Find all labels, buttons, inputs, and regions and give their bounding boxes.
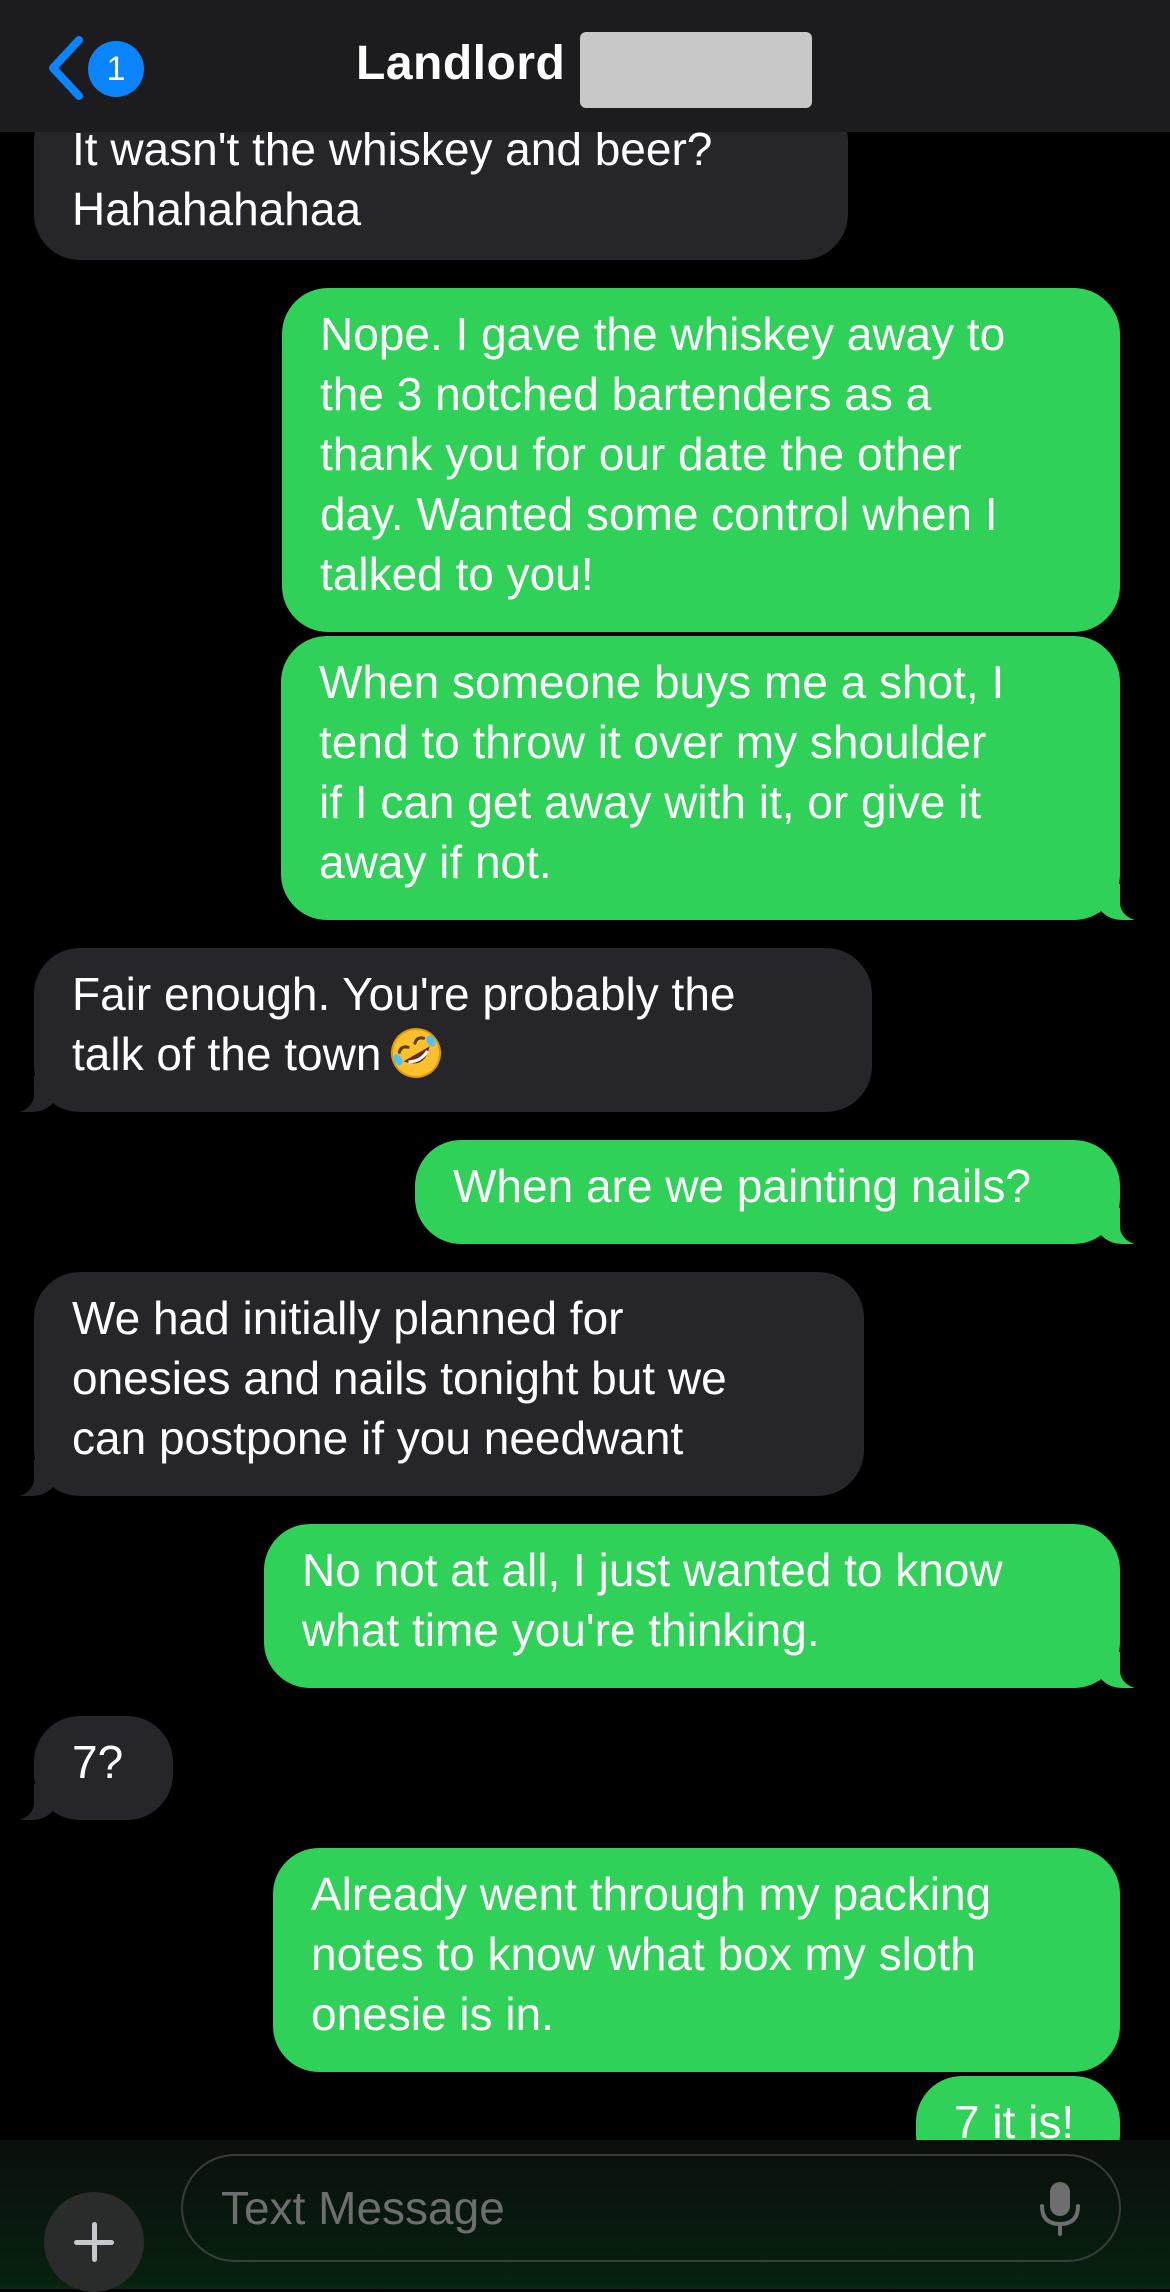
conversation-header: 1 Landlord: [0, 0, 1170, 132]
message-bubble-incoming[interactable]: Fair enough. You're probably the talk of…: [0, 948, 872, 1113]
compose-bar: [0, 2140, 1170, 2292]
message-bubble-outgoing[interactable]: Nope. I gave the whiskey away to the 3 n…: [282, 288, 1120, 632]
message-bubble-outgoing[interactable]: Already went through my packing notes to…: [273, 1848, 1120, 2072]
text-message-input[interactable]: [181, 2154, 1121, 2262]
message-bubble-outgoing[interactable]: 7 it is!: [916, 2076, 1120, 2140]
contact-name[interactable]: Landlord: [356, 36, 565, 91]
chevron-left-icon: [46, 35, 86, 101]
message-bubble-outgoing[interactable]: When are we painting nails?: [415, 1140, 1154, 1245]
message-bubble-outgoing[interactable]: When someone buys me a shot, I tend to t…: [281, 636, 1154, 921]
microphone-icon[interactable]: [1038, 2180, 1082, 2238]
message-bubble-outgoing[interactable]: No not at all, I just wanted to know wha…: [264, 1524, 1154, 1689]
message-bubble-incoming[interactable]: We had initially planned for onesies and…: [0, 1272, 864, 1497]
unread-count-badge: 1: [88, 41, 144, 97]
back-button[interactable]: 1: [46, 30, 156, 106]
redacted-name-block: [580, 32, 812, 108]
message-thread[interactable]: It wasn't the whiskey and beer? Hahahaha…: [0, 0, 1170, 2140]
message-bubble-incoming[interactable]: 7?: [0, 1716, 173, 1821]
rolling-on-floor-laughing-emoji-icon: [389, 1026, 443, 1080]
plus-icon[interactable]: [44, 2192, 144, 2292]
